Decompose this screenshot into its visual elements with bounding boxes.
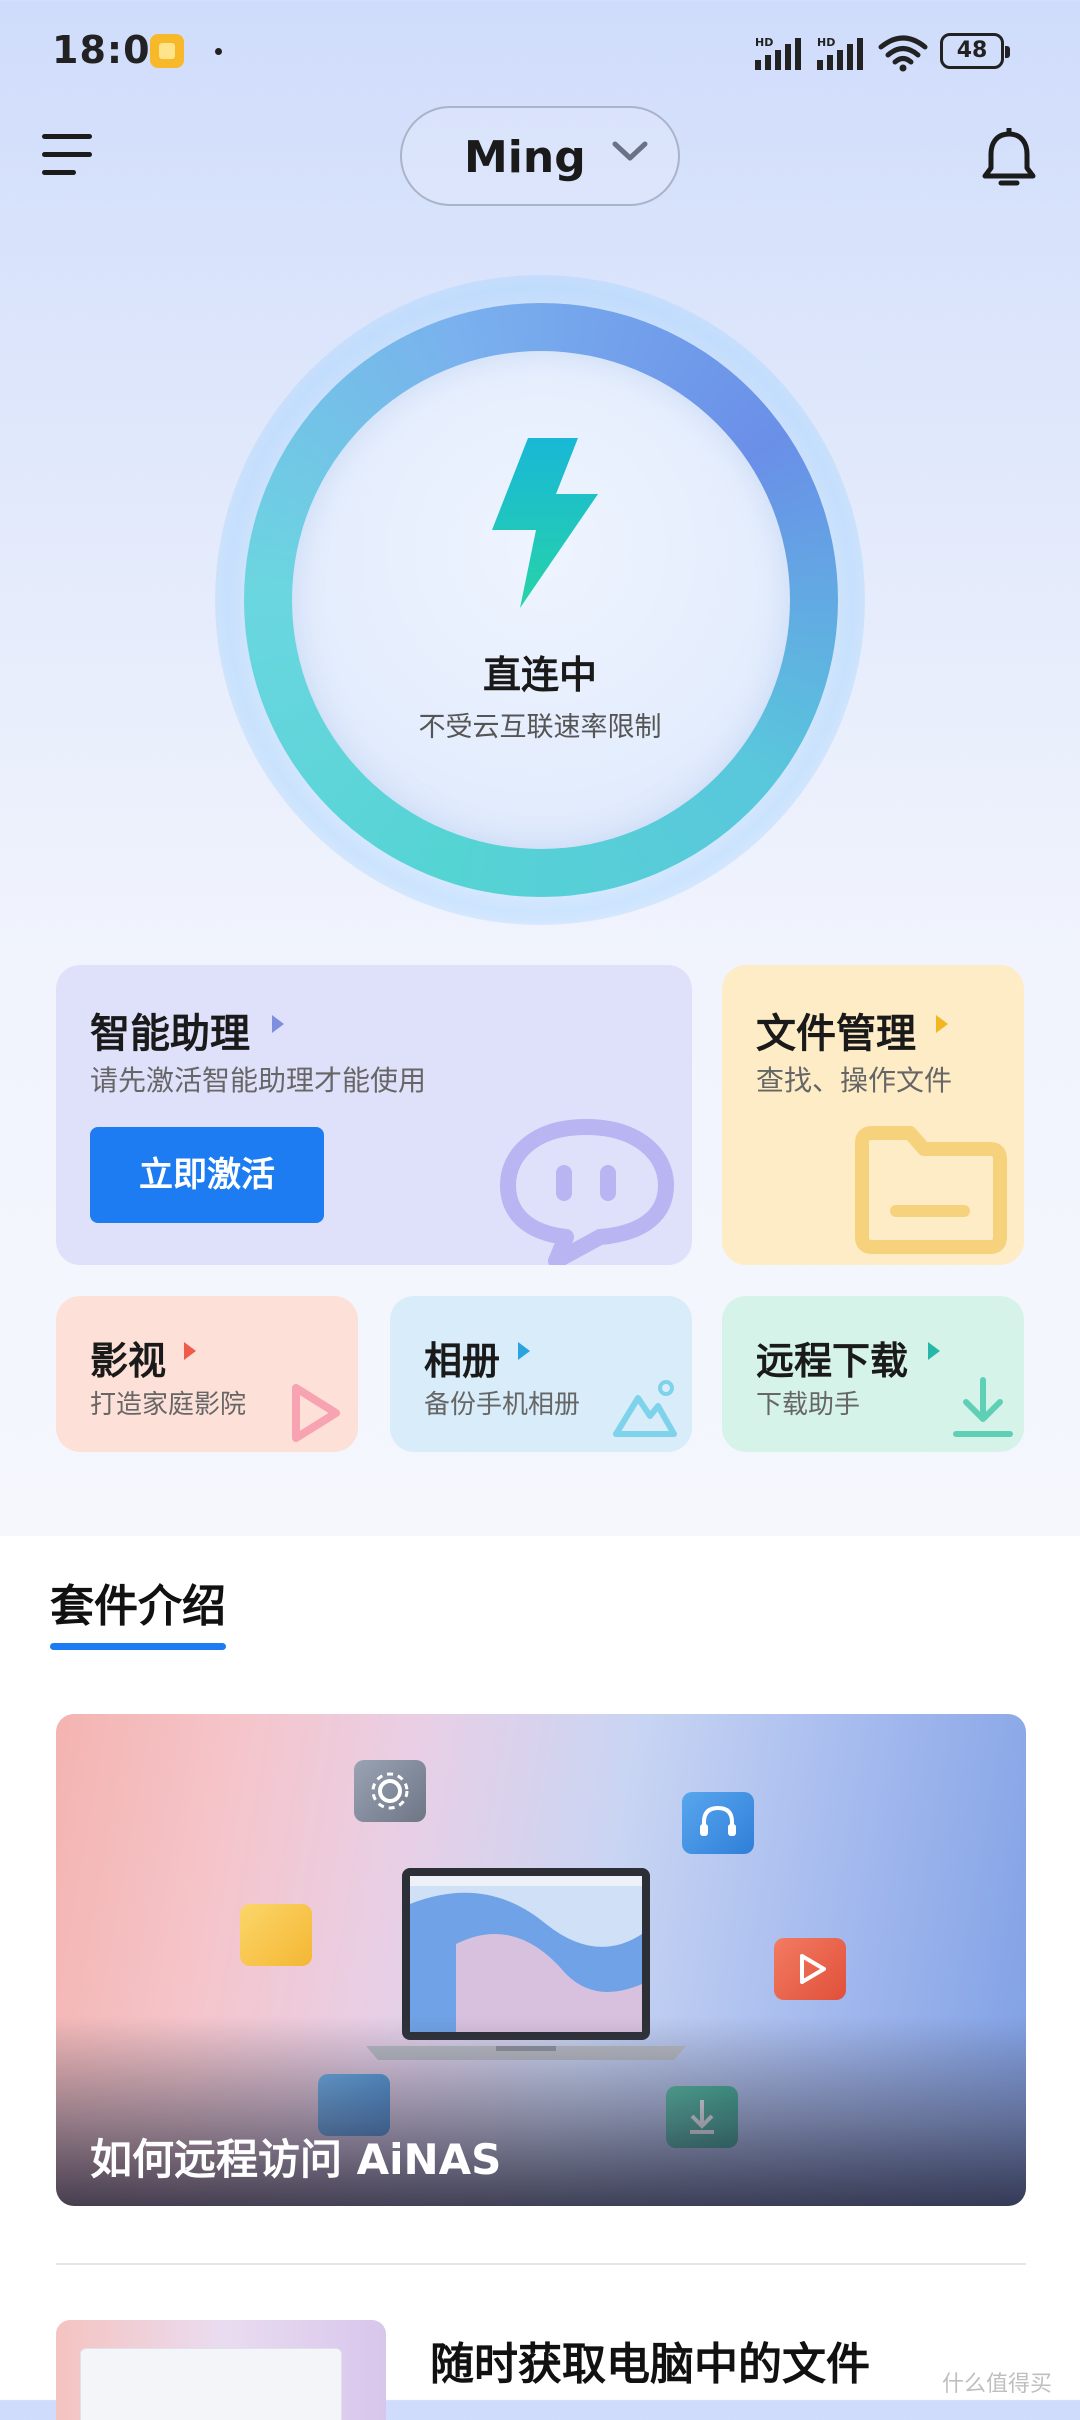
article-title: 如何远程访问 AiNAS xyxy=(90,2135,502,2184)
photo-album-card[interactable]: 相册 备份手机相册 xyxy=(390,1296,692,1452)
gear-icon xyxy=(354,1760,426,1822)
download-arrow-icon xyxy=(928,1342,940,1360)
file-manager-subtitle: 查找、操作文件 xyxy=(756,1064,953,1097)
activate-button[interactable]: 立即激活 xyxy=(90,1127,324,1223)
watermark: 什么值得买 xyxy=(942,2372,1053,2397)
photo-album-title: 相册 xyxy=(424,1339,501,1383)
photo-arrow-icon xyxy=(518,1342,530,1360)
article-title-2[interactable]: 随时获取电脑中的文件 xyxy=(430,2328,870,2392)
connection-status-subtitle: 不受云互联速率限制 xyxy=(418,712,662,743)
wifi-icon xyxy=(878,35,928,72)
headset-icon xyxy=(682,1792,754,1854)
signal-hd-1-icon: HD xyxy=(755,36,801,70)
window-illustration xyxy=(80,2348,342,2420)
account-switcher[interactable]: Ming xyxy=(400,106,680,206)
section-title: 套件介绍 xyxy=(50,1581,226,1632)
video-subtitle: 打造家庭影院 xyxy=(90,1390,247,1420)
notification-bell-icon[interactable] xyxy=(980,128,1038,190)
mountain-photo-icon xyxy=(613,1380,677,1437)
divider xyxy=(56,2263,1026,2265)
video-card[interactable]: 影视 打造家庭影院 xyxy=(56,1296,358,1452)
file-manager-card[interactable]: 文件管理 查找、操作文件 xyxy=(722,965,1024,1265)
network-type-label-2: HD xyxy=(817,36,835,49)
folder-yellow-icon xyxy=(240,1904,312,1966)
lightning-bolt-icon xyxy=(492,438,598,608)
ai-assistant-card[interactable]: 智能助理 请先激活智能助理才能使用 立即激活 xyxy=(56,965,692,1265)
folder-icon xyxy=(855,1126,1007,1254)
account-name: Ming xyxy=(464,132,586,183)
video-arrow-icon xyxy=(184,1342,196,1360)
ai-arrow-icon xyxy=(272,1015,284,1033)
connection-status-title: 直连中 xyxy=(482,653,597,697)
ai-robot-icon xyxy=(500,1119,674,1265)
section-title-underline xyxy=(50,1643,226,1650)
article-thumbnail[interactable] xyxy=(56,2320,386,2420)
network-type-label: HD xyxy=(755,36,773,49)
status-bar: 18:01 HD HD 48 xyxy=(0,0,1080,100)
article-card-remote-access[interactable]: 如何远程访问 AiNAS xyxy=(56,1714,1026,2206)
file-manager-title: 文件管理 xyxy=(756,1011,916,1057)
photo-album-subtitle: 备份手机相册 xyxy=(424,1390,581,1420)
remote-download-subtitle: 下载助手 xyxy=(756,1390,861,1420)
play-red-icon xyxy=(774,1938,846,2000)
signal-hd-2-icon: HD xyxy=(817,36,863,70)
video-title: 影视 xyxy=(90,1339,167,1383)
notification-dot-icon xyxy=(215,48,222,55)
download-icon xyxy=(953,1377,1013,1437)
battery-indicator: 48 xyxy=(940,33,1010,69)
remote-download-card[interactable]: 远程下载 下载助手 xyxy=(722,1296,1024,1452)
chevron-down-icon xyxy=(612,141,648,161)
ai-assistant-title: 智能助理 xyxy=(90,1011,250,1057)
menu-icon[interactable] xyxy=(42,130,96,180)
file-arrow-icon xyxy=(936,1015,948,1033)
remote-download-title: 远程下载 xyxy=(756,1339,909,1383)
ai-assistant-subtitle: 请先激活智能助理才能使用 xyxy=(90,1064,427,1097)
notification-app-icon xyxy=(150,34,184,68)
play-icon xyxy=(292,1384,340,1442)
